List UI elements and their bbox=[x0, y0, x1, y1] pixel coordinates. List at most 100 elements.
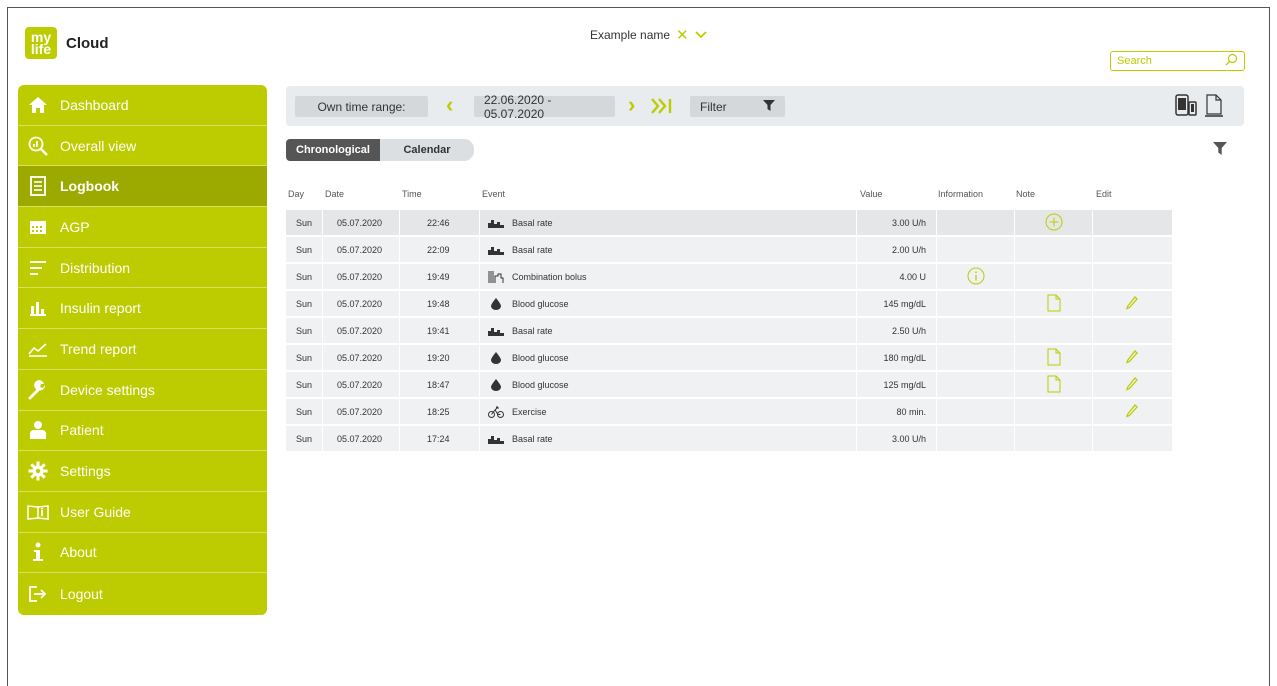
cell-divider bbox=[399, 264, 400, 289]
cell-information bbox=[937, 372, 1014, 397]
chevron-right-icon[interactable]: › bbox=[628, 93, 635, 117]
header-note[interactable]: Note bbox=[1016, 189, 1035, 199]
device-icon[interactable] bbox=[1175, 94, 1197, 121]
search-icon[interactable] bbox=[1225, 53, 1238, 69]
note-document-icon[interactable] bbox=[1047, 375, 1061, 395]
table-row[interactable]: Sun 05.07.2020 19:41 Basal rate 2.50 U/h bbox=[286, 318, 1173, 343]
cell-event: Basal rate bbox=[512, 244, 553, 255]
cell-date: 05.07.2020 bbox=[337, 379, 383, 390]
sidebar-item-user-guide[interactable]: User Guide bbox=[18, 492, 267, 533]
sidebar-item-about[interactable]: About bbox=[18, 533, 267, 574]
bicycle-icon bbox=[488, 399, 504, 424]
sidebar-nav: Dashboard Overall view Logbook AGP Distribut… bbox=[18, 85, 267, 615]
cell-event: Blood glucose bbox=[512, 352, 569, 363]
cell-event: Exercise bbox=[512, 406, 547, 417]
cell-information bbox=[937, 237, 1014, 262]
cell-divider bbox=[1172, 372, 1173, 397]
header-time[interactable]: Time bbox=[402, 189, 422, 199]
table-row[interactable]: Sun 05.07.2020 19:49 Combination bolus 4.00 … bbox=[286, 264, 1173, 289]
note-document-icon[interactable] bbox=[1047, 294, 1061, 314]
sidebar-item-insulin-report[interactable]: Insulin report bbox=[18, 288, 267, 330]
sidebar-item-logout[interactable]: Logout bbox=[18, 573, 267, 614]
sidebar-item-agp[interactable]: AGP bbox=[18, 207, 267, 248]
cell-divider bbox=[479, 237, 480, 262]
cell-divider bbox=[322, 426, 323, 451]
info-circle-icon[interactable] bbox=[967, 267, 985, 287]
cell-information bbox=[937, 318, 1014, 343]
cell-edit bbox=[1093, 372, 1170, 397]
pdf-document-icon[interactable] bbox=[1204, 94, 1224, 123]
table-row[interactable]: Sun 05.07.2020 19:20 Blood glucose 180 mg/dL bbox=[286, 345, 1173, 370]
close-icon[interactable]: ✕ bbox=[676, 26, 689, 44]
cell-time: 19:41 bbox=[427, 325, 450, 336]
sidebar-item-label: User Guide bbox=[60, 503, 131, 520]
header-day[interactable]: Day bbox=[288, 189, 304, 199]
pencil-icon[interactable] bbox=[1125, 295, 1138, 312]
table-row[interactable]: Sun 05.07.2020 22:46 Basal rate 3.00 U/h bbox=[286, 210, 1173, 235]
header-event[interactable]: Event bbox=[482, 189, 505, 199]
cell-edit bbox=[1093, 426, 1170, 451]
cell-divider bbox=[479, 291, 480, 316]
note-document-icon[interactable] bbox=[1047, 348, 1061, 368]
pencil-icon[interactable] bbox=[1125, 403, 1138, 420]
patient-selector[interactable]: Example name ✕ bbox=[590, 26, 707, 44]
filter-icon[interactable] bbox=[1213, 142, 1227, 160]
table-row[interactable]: Sun 05.07.2020 18:47 Blood glucose 125 mg/dL bbox=[286, 372, 1173, 397]
chevron-left-icon[interactable]: ‹ bbox=[446, 93, 453, 117]
pencil-icon[interactable] bbox=[1125, 376, 1138, 393]
cell-divider bbox=[479, 264, 480, 289]
filter-button[interactable]: Filter bbox=[690, 96, 785, 117]
sidebar-item-label: Trend report bbox=[60, 340, 137, 357]
distribution-icon bbox=[27, 257, 49, 279]
table-row[interactable]: Sun 05.07.2020 18:25 Exercise 80 min. bbox=[286, 399, 1173, 424]
cell-value: 125 mg/dL bbox=[883, 379, 926, 390]
cell-divider bbox=[1172, 291, 1173, 316]
sidebar-item-patient[interactable]: Patient bbox=[18, 411, 267, 452]
pencil-icon[interactable] bbox=[1125, 349, 1138, 366]
header-date[interactable]: Date bbox=[325, 189, 344, 199]
cell-value: 180 mg/dL bbox=[883, 352, 926, 363]
basal-rate-icon bbox=[488, 318, 504, 343]
header-edit[interactable]: Edit bbox=[1096, 189, 1112, 199]
cell-divider bbox=[399, 210, 400, 235]
sidebar-item-device-settings[interactable]: Device settings bbox=[18, 370, 267, 411]
cell-divider bbox=[1172, 210, 1173, 235]
cell-day: Sun bbox=[296, 406, 313, 417]
cell-time: 19:48 bbox=[427, 298, 450, 309]
cell-divider bbox=[322, 318, 323, 343]
sidebar-item-overall-view[interactable]: Overall view bbox=[18, 126, 267, 167]
cell-day: Sun bbox=[296, 379, 313, 390]
cell-information bbox=[937, 291, 1014, 316]
sidebar-item-dashboard[interactable]: Dashboard bbox=[18, 85, 267, 126]
table-row[interactable]: Sun 05.07.2020 22:09 Basal rate 2.00 U/h bbox=[286, 237, 1173, 262]
search-box[interactable] bbox=[1110, 51, 1245, 71]
cell-time: 18:25 bbox=[427, 406, 450, 417]
jump-to-latest-icon[interactable] bbox=[650, 96, 674, 120]
sidebar-item-logbook[interactable]: Logbook bbox=[18, 166, 267, 208]
table-row[interactable]: Sun 05.07.2020 17:24 Basal rate 3.00 U/h bbox=[286, 426, 1173, 451]
cell-date: 05.07.2020 bbox=[337, 352, 383, 363]
date-toolbar: Own time range: ‹ 22.06.2020 - 05.07.202… bbox=[286, 86, 1244, 126]
add-circle-icon[interactable] bbox=[1045, 213, 1063, 233]
own-time-range-button[interactable]: Own time range: bbox=[295, 96, 428, 117]
search-input[interactable] bbox=[1117, 55, 1217, 67]
header-information[interactable]: Information bbox=[938, 189, 983, 199]
info-icon bbox=[27, 541, 49, 563]
cell-edit bbox=[1093, 318, 1170, 343]
sidebar-item-trend-report[interactable]: Trend report bbox=[18, 329, 267, 370]
cell-divider bbox=[1172, 426, 1173, 451]
chevron-down-icon[interactable] bbox=[694, 28, 707, 42]
basal-rate-icon bbox=[488, 426, 504, 451]
date-range-display[interactable]: 22.06.2020 - 05.07.2020 bbox=[474, 93, 615, 121]
sidebar-item-settings[interactable]: Settings bbox=[18, 451, 267, 492]
tab-calendar[interactable]: Calendar bbox=[380, 139, 474, 161]
tab-chronological[interactable]: Chronological bbox=[286, 139, 380, 161]
cell-divider bbox=[322, 291, 323, 316]
sidebar-item-distribution[interactable]: Distribution bbox=[18, 248, 267, 289]
header-value[interactable]: Value bbox=[860, 189, 882, 199]
cell-date: 05.07.2020 bbox=[337, 298, 383, 309]
table-row[interactable]: Sun 05.07.2020 19:48 Blood glucose 145 mg/dL bbox=[286, 291, 1173, 316]
trend-icon bbox=[27, 338, 49, 360]
cell-date: 05.07.2020 bbox=[337, 271, 383, 282]
cell-value: 145 mg/dL bbox=[883, 298, 926, 309]
